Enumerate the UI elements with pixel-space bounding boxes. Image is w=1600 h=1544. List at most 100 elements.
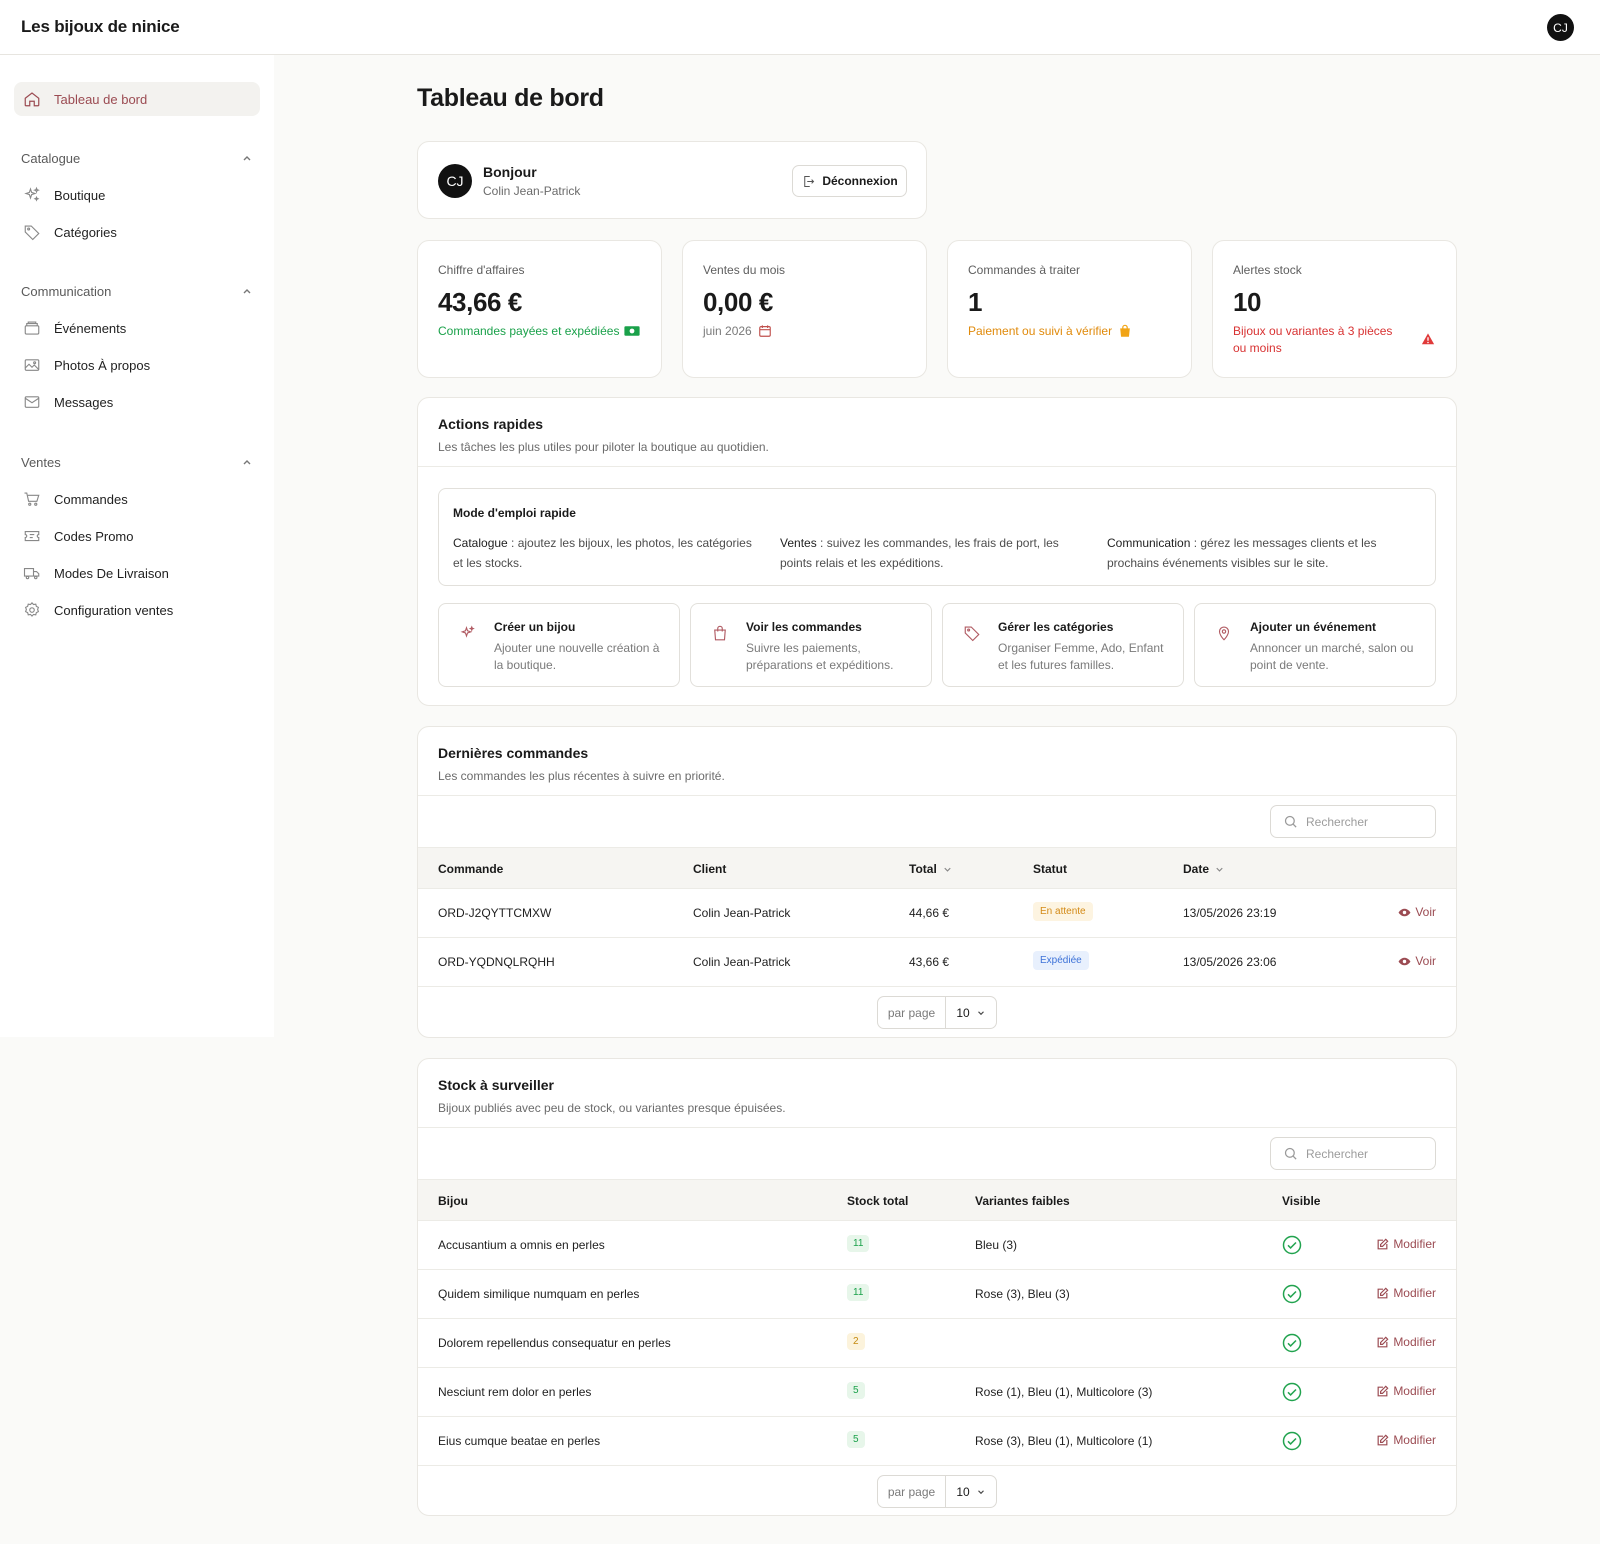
- check-circle-icon: [1282, 1235, 1302, 1255]
- column-header: Visible: [1282, 1194, 1321, 1208]
- order-client: Colin Jean-Patrick: [693, 906, 791, 920]
- tag-icon: [22, 222, 42, 242]
- shopping-bag-icon: [1120, 324, 1130, 337]
- order-id: ORD-J2QYTTCMXW: [438, 906, 552, 920]
- stat-note: Commandes payées et expédiées: [438, 323, 641, 340]
- sidebar: Tableau de bord Catalogue Boutique Catég…: [0, 55, 274, 1037]
- chevron-down-icon: [1216, 867, 1223, 872]
- sidebar-item-photos[interactable]: Photos À propos: [14, 348, 260, 382]
- per-page-select[interactable]: 10: [946, 997, 996, 1028]
- table-row: Nesciunt rem dolor en perles 5 Rose (1),…: [418, 1368, 1456, 1417]
- user-avatar[interactable]: CJ: [1547, 14, 1574, 41]
- sidebar-item-boutique[interactable]: Boutique: [14, 178, 260, 212]
- stock-badge: 5: [847, 1382, 865, 1399]
- top-bar: Les bijoux de ninice CJ: [0, 0, 1600, 55]
- order-date: 13/05/2026 23:19: [1183, 906, 1277, 920]
- stat-value: 10: [1233, 287, 1262, 317]
- table-row: Quidem similique numquam en perles 11 Ro…: [418, 1270, 1456, 1319]
- guide-ventes: Ventes : suivez les commandes, les frais…: [780, 536, 1059, 570]
- view-order-button[interactable]: Voir: [1398, 954, 1436, 968]
- sidebar-group-label: Communication: [21, 283, 112, 299]
- table-row: ORD-J2QYTTCMXW Colin Jean-Patrick 44,66 …: [418, 889, 1456, 938]
- guide-communication: Communication : gérez les messages clien…: [1107, 536, 1377, 570]
- stock-search-input[interactable]: Rechercher: [1270, 1137, 1436, 1170]
- chevron-down-icon: [977, 1010, 984, 1015]
- edit-button[interactable]: Modifier: [1376, 1433, 1436, 1447]
- logout-button[interactable]: Déconnexion: [792, 165, 907, 197]
- logout-icon: [804, 175, 815, 187]
- stock-watch-card: Stock à surveiller Bijoux publiés avec p…: [417, 1058, 1457, 1516]
- sidebar-item-categories[interactable]: Catégories: [14, 215, 260, 249]
- order-total: 44,66 €: [909, 906, 950, 920]
- recent-orders-card: Dernières commandes Les commandes les pl…: [417, 726, 1457, 1038]
- sidebar-item-label: Configuration ventes: [54, 602, 174, 618]
- sidebar-item-codes-promo[interactable]: Codes Promo: [14, 519, 260, 553]
- section-title: Actions rapides: [438, 416, 544, 432]
- check-circle-icon: [1282, 1431, 1302, 1451]
- stat-label: Chiffre d'affaires: [438, 263, 525, 277]
- quick-action-manage-categories[interactable]: Gérer les catégories Organiser Femme, Ad…: [942, 603, 1184, 687]
- table-row: Eius cumque beatae en perles 5 Rose (3),…: [418, 1417, 1456, 1466]
- map-pin-icon: [1215, 624, 1235, 644]
- edit-button[interactable]: Modifier: [1376, 1237, 1436, 1251]
- check-circle-icon: [1282, 1333, 1302, 1353]
- column-header-total[interactable]: Total: [909, 862, 953, 876]
- sidebar-group-catalogue[interactable]: Catalogue: [21, 146, 253, 170]
- sidebar-item-label: Photos À propos: [54, 357, 151, 373]
- orders-pagination: par page 10: [877, 996, 997, 1029]
- sidebar-group-ventes[interactable]: Ventes: [21, 450, 253, 474]
- order-id: ORD-YQDNQLRQHH: [438, 955, 555, 969]
- sidebar-item-commandes[interactable]: Commandes: [14, 482, 260, 516]
- quick-action-desc: Ajouter une nouvelle création à la bouti…: [494, 641, 660, 672]
- logout-label: Déconnexion: [822, 174, 898, 188]
- quick-action-view-orders[interactable]: Voir les commandes Suivre les paiements,…: [690, 603, 932, 687]
- per-page-label: par page: [878, 1476, 946, 1507]
- per-page-select[interactable]: 10: [946, 1476, 996, 1507]
- status-badge: En attente: [1033, 902, 1093, 921]
- order-client: Colin Jean-Patrick: [693, 955, 791, 969]
- view-order-button[interactable]: Voir: [1398, 905, 1436, 919]
- sidebar-item-dashboard[interactable]: Tableau de bord: [14, 82, 260, 116]
- mail-icon: [22, 392, 42, 412]
- column-header: Stock total: [847, 1194, 909, 1208]
- quick-action-create-jewel[interactable]: Créer un bijou Ajouter une nouvelle créa…: [438, 603, 680, 687]
- quick-action-desc: Suivre les paiements, préparations et ex…: [746, 641, 894, 672]
- quick-action-add-event[interactable]: Ajouter un événement Annoncer un marché,…: [1194, 603, 1436, 687]
- section-title: Dernières commandes: [438, 745, 589, 761]
- jewel-name: Accusantium a omnis en perles: [438, 1238, 605, 1252]
- table-row: Accusantium a omnis en perles 11 Bleu (3…: [418, 1221, 1456, 1270]
- sidebar-item-messages[interactable]: Messages: [14, 385, 260, 419]
- section-title: Stock à surveiller: [438, 1077, 554, 1093]
- stat-note: juin 2026: [703, 323, 906, 340]
- stock-table-header: Bijou Stock total Variantes faibles Visi…: [418, 1179, 1456, 1221]
- check-circle-icon: [1282, 1382, 1302, 1402]
- section-description: Les commandes les plus récentes à suivre…: [438, 769, 725, 783]
- edit-button[interactable]: Modifier: [1376, 1286, 1436, 1300]
- sidebar-item-label: Catégories: [54, 224, 117, 240]
- jewel-name: Dolorem repellendus consequatur en perle…: [438, 1336, 671, 1350]
- stock-badge: 11: [847, 1284, 870, 1301]
- greeting-title: Bonjour: [483, 164, 537, 180]
- per-page-label: par page: [878, 997, 946, 1028]
- column-header: Bijou: [438, 1194, 468, 1208]
- search-icon: [1284, 815, 1297, 828]
- stat-value: 1: [968, 287, 983, 317]
- stat-card-monthly-sales: Ventes du mois 0,00 € juin 2026: [682, 240, 927, 378]
- orders-search-input[interactable]: Rechercher: [1270, 805, 1436, 838]
- sidebar-item-evenements[interactable]: Événements: [14, 311, 260, 345]
- quick-action-desc: Annoncer un marché, salon ou point de ve…: [1250, 641, 1414, 672]
- sidebar-item-configuration[interactable]: Configuration ventes: [14, 593, 260, 627]
- column-header-date[interactable]: Date: [1183, 862, 1225, 876]
- edit-icon: [1377, 1434, 1389, 1445]
- user-name: Colin Jean-Patrick: [483, 184, 581, 198]
- edit-button[interactable]: Modifier: [1376, 1384, 1436, 1398]
- brand-logo[interactable]: Les bijoux de ninice: [21, 17, 180, 37]
- sidebar-item-label: Codes Promo: [54, 528, 134, 544]
- quick-guide: Mode d'emploi rapide Catalogue : ajoutez…: [438, 488, 1436, 586]
- cart-icon: [22, 489, 42, 509]
- sidebar-group-communication[interactable]: Communication: [21, 279, 253, 303]
- sidebar-item-livraison[interactable]: Modes De Livraison: [14, 556, 260, 590]
- quick-actions-card: Actions rapides Les tâches les plus util…: [417, 397, 1457, 706]
- stock-badge: 2: [847, 1333, 865, 1350]
- edit-button[interactable]: Modifier: [1376, 1335, 1436, 1349]
